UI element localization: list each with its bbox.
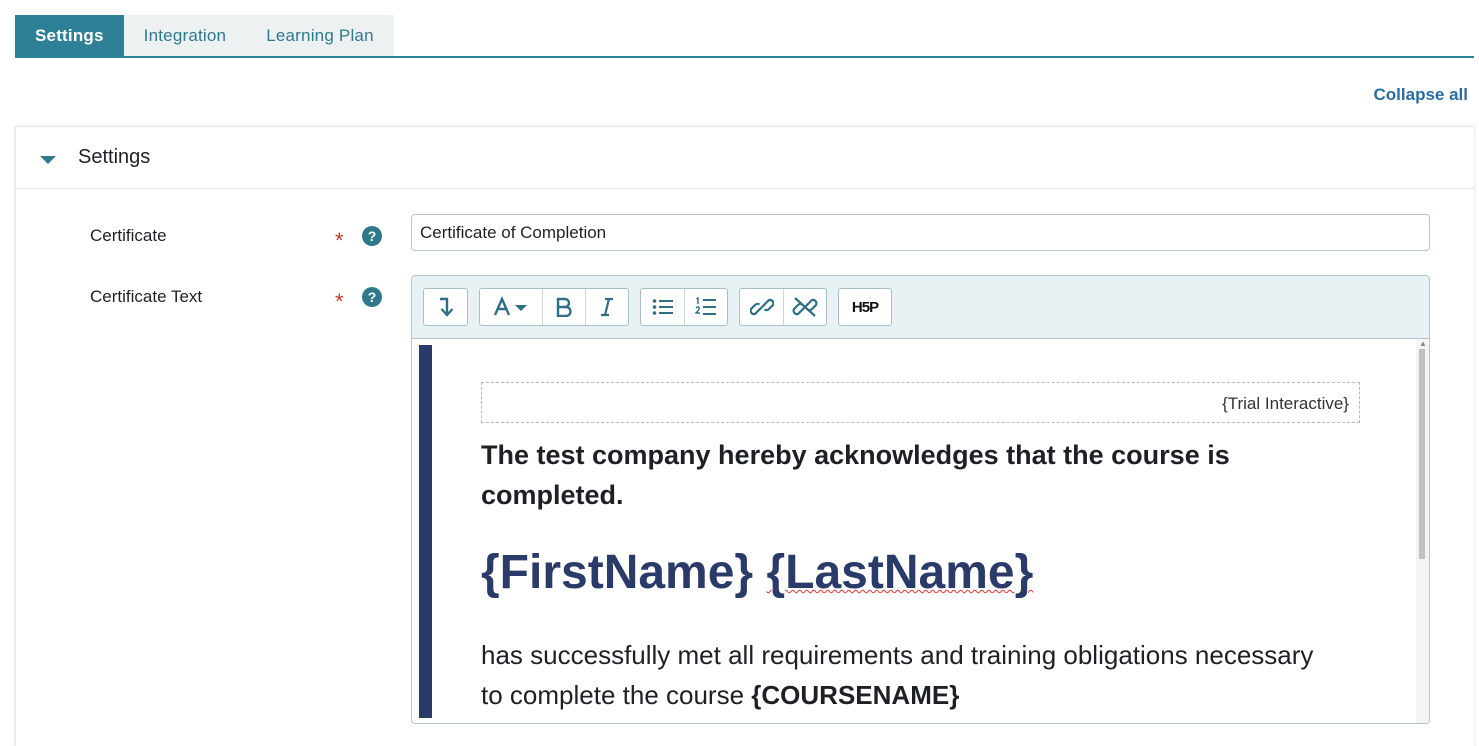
font-color-icon bbox=[493, 296, 527, 316]
italic-button[interactable] bbox=[585, 289, 628, 325]
bullet-list-button[interactable] bbox=[641, 289, 684, 325]
certificate-body: has successfully met all requirements an… bbox=[481, 635, 1341, 715]
bullet-list-icon bbox=[652, 299, 673, 315]
section-header[interactable]: Settings bbox=[16, 127, 1474, 189]
recipient-name: {FirstName} {LastName} bbox=[481, 545, 1033, 600]
scroll-thumb[interactable] bbox=[1419, 349, 1425, 559]
first-name-token: {FirstName} bbox=[481, 546, 754, 599]
certificate-text-editor[interactable]: H5P {Trial Interactive} The test company… bbox=[411, 275, 1430, 724]
h5p-icon: H5P bbox=[851, 298, 879, 316]
certificate-input[interactable] bbox=[411, 214, 1430, 251]
help-icon[interactable]: ? bbox=[362, 287, 382, 307]
tab-settings[interactable]: Settings bbox=[15, 15, 124, 56]
numbered-list-button[interactable] bbox=[684, 289, 727, 325]
toolbar-group-h5p: H5P bbox=[838, 288, 892, 326]
certificate-label: Certificate bbox=[90, 226, 167, 245]
font-color-button[interactable] bbox=[480, 289, 542, 325]
certificate-accent-bar bbox=[419, 345, 432, 718]
editor-scrollbar[interactable]: ▲ bbox=[1416, 339, 1429, 723]
tab-integration[interactable]: Integration bbox=[123, 15, 247, 56]
collapse-all-link[interactable]: Collapse all bbox=[1374, 85, 1468, 105]
link-button[interactable] bbox=[740, 289, 783, 325]
help-icon[interactable]: ? bbox=[362, 226, 382, 246]
section-title: Settings bbox=[78, 146, 151, 168]
tab-learning-plan[interactable]: Learning Plan bbox=[246, 15, 394, 56]
toolbar-group-links bbox=[739, 288, 827, 326]
required-icon: * bbox=[335, 289, 344, 314]
last-name-token: {LastName} bbox=[766, 546, 1034, 599]
collapse-toggle-icon bbox=[439, 297, 453, 317]
toolbar-toggle-button[interactable] bbox=[424, 289, 467, 325]
unlink-button[interactable] bbox=[783, 289, 826, 325]
certificate-heading: The test company hereby acknowledges tha… bbox=[481, 440, 1230, 510]
caret-down-icon[interactable] bbox=[40, 155, 56, 164]
italic-icon bbox=[601, 297, 613, 317]
unlink-icon bbox=[792, 297, 818, 317]
required-icon: * bbox=[335, 228, 344, 253]
course-name-token: {COURSENAME} bbox=[751, 680, 960, 710]
numbered-list-icon bbox=[695, 297, 716, 315]
certificate-text-label: Certificate Text bbox=[90, 287, 203, 306]
bold-icon bbox=[556, 297, 572, 317]
bold-button[interactable] bbox=[542, 289, 585, 325]
tab-bar: Settings Integration Learning Plan bbox=[15, 15, 1474, 58]
link-icon bbox=[749, 298, 774, 316]
trial-placeholder: {Trial Interactive} bbox=[481, 382, 1360, 423]
toolbar-group-toggle bbox=[423, 288, 468, 326]
h5p-button[interactable]: H5P bbox=[839, 289, 891, 325]
scroll-up-icon[interactable]: ▲ bbox=[1419, 340, 1427, 348]
toolbar-group-format bbox=[479, 288, 629, 326]
editor-toolbar: H5P bbox=[412, 276, 1429, 339]
editor-content-area[interactable]: {Trial Interactive} The test company her… bbox=[412, 339, 1429, 723]
toolbar-group-lists bbox=[640, 288, 728, 326]
